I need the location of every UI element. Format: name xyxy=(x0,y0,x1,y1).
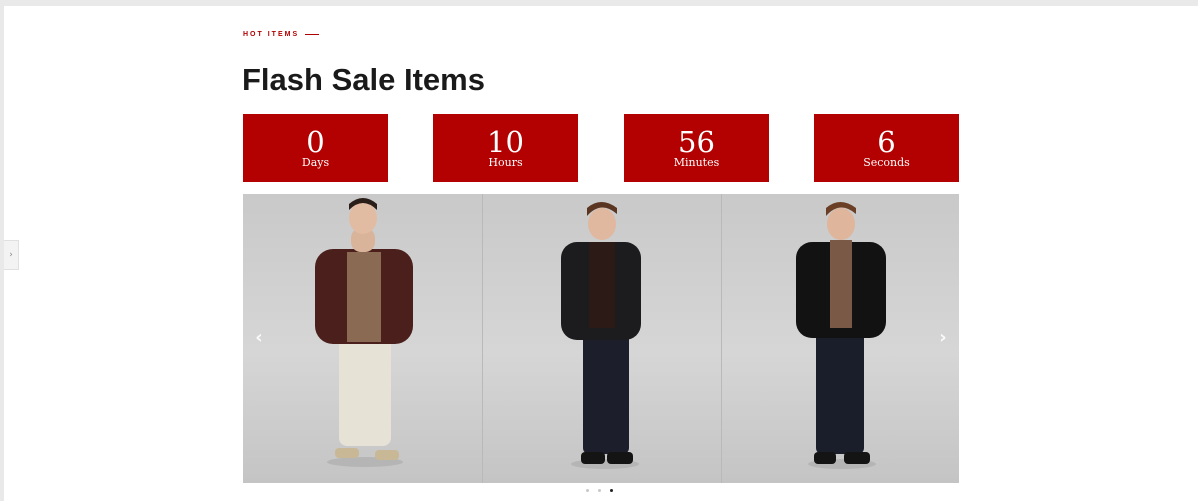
carousel-next-button[interactable]: › xyxy=(933,326,953,350)
model-photo xyxy=(561,202,641,469)
countdown-value: 56 xyxy=(678,125,715,159)
countdown-hours: 10 Hours xyxy=(433,114,578,182)
carousel-prev-button[interactable]: ‹ xyxy=(249,326,269,350)
carousel-pagination xyxy=(586,489,613,492)
countdown-seconds: 6 Seconds xyxy=(814,114,959,182)
product-slide[interactable] xyxy=(721,194,959,483)
pagination-dot[interactable] xyxy=(586,489,589,492)
chevron-right-icon: › xyxy=(939,327,947,348)
chevron-right-icon: › xyxy=(9,250,13,260)
shoe xyxy=(581,452,605,464)
shoe xyxy=(607,452,633,464)
countdown-label: Seconds xyxy=(863,156,910,169)
shoe xyxy=(814,452,836,464)
countdown-days: 0 Days xyxy=(243,114,388,182)
shoe xyxy=(375,450,399,460)
pants xyxy=(816,332,864,454)
product-carousel[interactable]: ‹ › xyxy=(243,194,959,483)
model-photo xyxy=(796,202,886,469)
shirt xyxy=(347,252,381,342)
countdown-value: 0 xyxy=(306,125,325,159)
shirt xyxy=(830,240,852,328)
pagination-dot[interactable] xyxy=(598,489,601,492)
product-slide[interactable] xyxy=(482,194,722,483)
countdown-value: 6 xyxy=(877,125,896,159)
countdown-label: Days xyxy=(301,156,330,169)
model-photo xyxy=(315,198,413,467)
pants xyxy=(339,334,391,446)
eyebrow-label: HOT ITEMS xyxy=(243,31,300,38)
countdown-value: 10 xyxy=(487,125,524,159)
countdown-label: Minutes xyxy=(673,156,720,169)
shirt xyxy=(589,242,615,328)
section-title: Flash Sale Items xyxy=(242,62,485,97)
eyebrow-line xyxy=(305,34,320,35)
side-panel-toggle[interactable]: › xyxy=(4,240,19,270)
product-slide[interactable] xyxy=(243,194,482,483)
pagination-dot[interactable] xyxy=(610,489,613,492)
shoe xyxy=(844,452,870,464)
pants xyxy=(583,329,629,454)
countdown-minutes: 56 Minutes xyxy=(624,114,769,182)
shoe xyxy=(335,448,359,458)
section-eyebrow: HOT ITEMS xyxy=(243,31,320,38)
chevron-left-icon: ‹ xyxy=(255,327,263,348)
countdown-label: Hours xyxy=(488,156,523,169)
